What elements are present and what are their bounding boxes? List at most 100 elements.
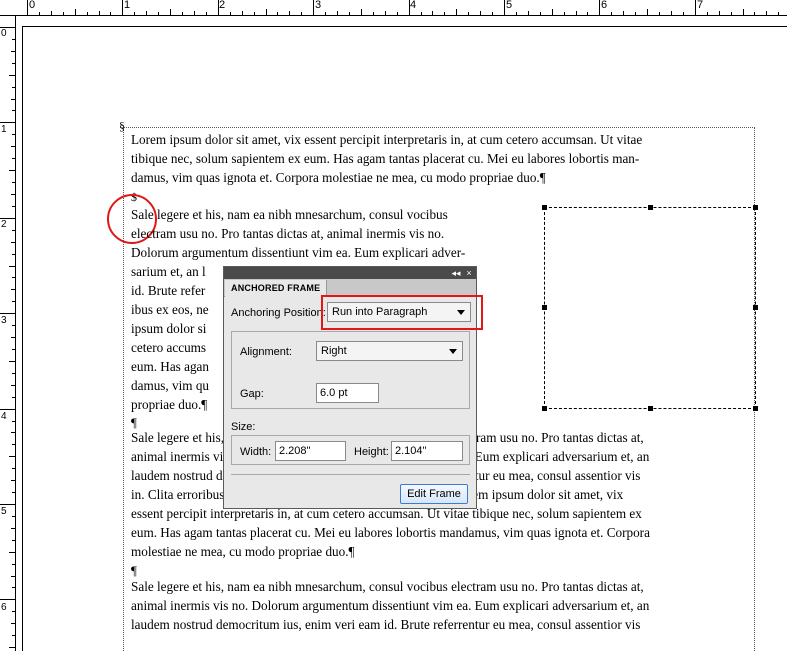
text-line: electram usu no. Pro tantas dictas at, a… [131,226,445,241]
resize-handle[interactable] [648,406,653,411]
ruler-tick [11,623,15,625]
ruler-tick [11,527,15,529]
ruler-tick [265,9,267,15]
ruler-tick [50,11,52,15]
height-field[interactable]: 2.104" [391,441,463,461]
ruler-tick [11,480,15,482]
ruler-tick [563,12,565,15]
panel-titlebar[interactable]: ◂◂ × [224,267,476,279]
ruler-tick [408,0,410,15]
ruler-tick [515,12,517,15]
ruler-tick [468,12,470,15]
width-label: Width: [240,446,272,458]
ruler-tick [12,515,15,517]
ruler-tick [9,265,15,267]
ruler-tick [539,12,541,15]
ruler-tick [670,11,672,15]
ruler-tick [12,325,15,327]
ruler-tick [372,12,374,15]
ruler-tick [12,420,15,422]
ruler-tick [12,38,15,40]
ruler-tick [217,0,219,15]
ruler-tick [158,12,160,15]
resize-handle[interactable] [753,205,758,210]
size-label: Size: [231,421,256,433]
alignment-value: Right [321,345,347,357]
ruler-tick [205,12,207,15]
ruler-tick [682,12,684,15]
ruler-tick [348,12,350,15]
ruler-tick [9,647,15,649]
ruler-tick [86,12,88,15]
gap-field[interactable]: 6.0 pt [316,383,379,403]
horizontal-ruler[interactable]: 0 1 2 3 4 5 6 7 [0,0,787,16]
ruler-tick [480,11,482,15]
ruler-tick [12,134,15,136]
ruler-tick [754,12,756,15]
ruler-tick [289,11,291,15]
close-icon[interactable]: × [464,268,474,278]
ruler-tick [12,253,15,255]
ruler-number: 0 [29,0,36,11]
ruler-tick [0,504,15,505]
text-line: Sale legere et his, nam ea nibh mnesarch… [131,207,448,222]
resize-handle[interactable] [753,305,758,310]
ruler-tick [360,9,362,15]
collapse-icon[interactable]: ◂◂ [451,268,461,278]
alignment-select[interactable]: Right [316,341,463,361]
ruler-tick [11,384,15,386]
ruler-tick [12,372,15,374]
ruler-tick [110,12,112,15]
ruler-tick [0,408,15,410]
ruler-tick [11,98,15,100]
edit-frame-button[interactable]: Edit Frame [400,484,468,504]
ruler-tick [396,12,398,15]
divider [231,474,470,475]
ruler-tick [730,12,732,15]
ruler-tick [98,11,100,15]
paragraph-4[interactable]: Sale legere et his, nam ea nibh mnesarch… [131,577,751,634]
ruler-tick [611,12,613,15]
text-line: Sale legere et his, nam ea nibh mnesarch… [131,579,644,594]
ruler-tick [12,539,15,541]
resize-handle[interactable] [648,205,653,210]
resize-handle[interactable] [542,205,547,210]
ruler-tick [12,396,15,398]
ruler-tick [12,62,15,64]
alignment-label: Alignment: [240,346,292,358]
text-line: animal inermis vis no. Dolorum argumentu… [131,598,650,613]
resize-handle[interactable] [542,305,547,310]
ruler-tick [647,9,649,15]
resize-handle[interactable] [542,406,547,411]
ruler-number: 4 [1,411,7,422]
paragraph-1[interactable]: Lorem ipsum dolor sit amet, vix essent p… [131,130,751,187]
ruler-tick [575,11,577,15]
ruler-tick [504,0,505,15]
tab-anchored-frame[interactable]: ANCHORED FRAME [225,280,328,297]
ruler-tick [74,9,76,15]
ruler-number: 1 [1,124,7,135]
gap-label: Gap: [240,388,264,400]
ruler-number: 2 [1,219,7,230]
ruler-tick [11,241,15,243]
anchoring-position-label: Anchoring Position: [231,307,326,319]
ruler-tick [432,11,434,15]
anchored-frame[interactable] [542,205,758,411]
ruler-number: 3 [315,0,322,11]
page-edge-top [22,26,787,27]
ruler-tick [444,12,446,15]
ruler-tick [384,11,386,15]
resize-handle[interactable] [753,406,758,411]
width-field[interactable]: 2.208" [275,441,346,461]
ruler-tick [253,12,255,15]
chevron-down-icon [449,349,457,354]
ruler-number: 6 [1,602,7,613]
ruler-number: 7 [697,0,704,11]
ruler-tick [62,12,64,15]
ruler-tick [313,0,315,15]
ruler-tick [9,456,15,458]
ruler-tick [11,575,15,577]
vertical-ruler[interactable]: 0 1 2 3 4 5 6 [0,16,16,651]
ruler-tick [241,11,243,15]
ruler-tick [229,12,231,15]
